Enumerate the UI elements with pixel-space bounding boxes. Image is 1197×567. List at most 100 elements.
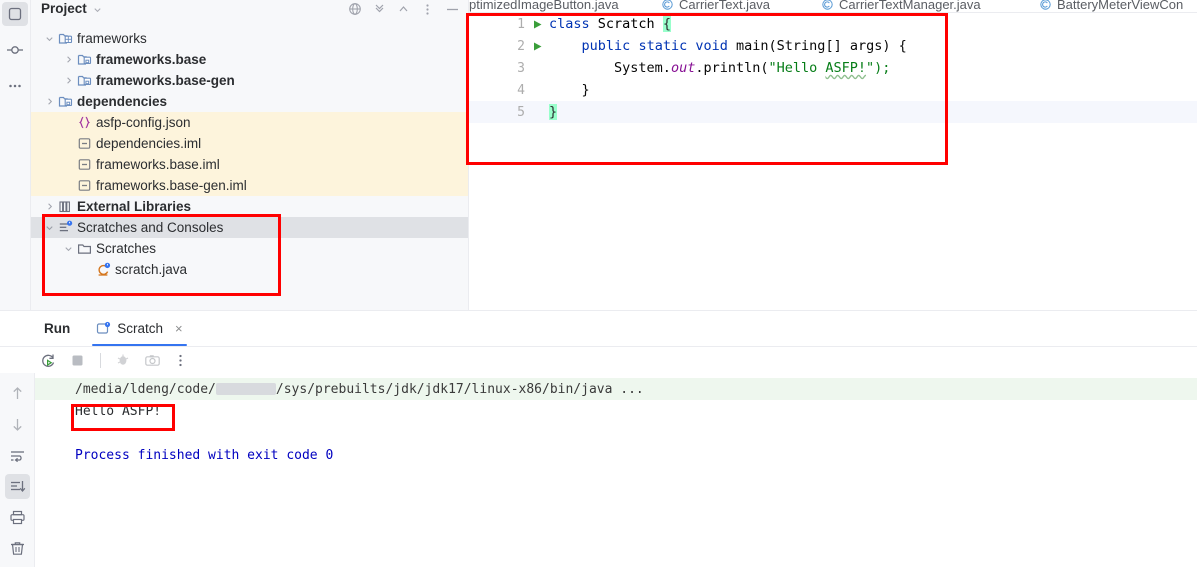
editor-tab[interactable]: CarrierTextManager.java (821, 0, 981, 11)
soft-wrap-icon (10, 451, 24, 463)
editor-tab-bar[interactable]: ptimizedImageButton.java CarrierText.java… (469, 0, 1197, 13)
commit-icon (7, 46, 23, 54)
console-command-line: /media/ldeng/code/ /sys/prebuilts/jdk/jdk… (35, 378, 1197, 400)
tree-row[interactable]: frameworks.base.iml (31, 154, 468, 175)
run-tab-bar: Run Scratch × (0, 311, 1197, 346)
soft-wrap-button[interactable] (5, 443, 30, 468)
tree-expand-toggle[interactable] (62, 243, 75, 254)
code-line[interactable]: 5} (469, 101, 1197, 123)
run-tool-window: Run Scratch × /media/ldeng/code/ /sys/pr… (0, 310, 1197, 567)
scratches-icon (59, 220, 72, 232)
tree-row-label: frameworks.base (96, 52, 207, 67)
console-output[interactable]: /media/ldeng/code/ /sys/prebuilts/jdk/jdk… (35, 373, 1197, 567)
tree-row-icon (75, 52, 93, 67)
tree-row[interactable]: frameworks (31, 28, 468, 49)
code-editor[interactable]: 1 class Scratch {2 public static void mai… (469, 13, 1197, 310)
tree-row[interactable]: Scratches and Consoles (31, 217, 468, 238)
project-panel-header: Project (31, 0, 468, 18)
java-class-icon (822, 0, 833, 10)
tree-row[interactable]: frameworks.base-gen.iml (31, 175, 468, 196)
more-options-button[interactable] (173, 352, 188, 369)
sidebar-item-more[interactable] (2, 74, 28, 98)
module-icon (77, 54, 91, 65)
tree-row-label: frameworks.base-gen.iml (96, 178, 247, 193)
chevron-down-icon[interactable] (44, 33, 55, 44)
editor-tab[interactable]: ptimizedImageButton.java (469, 0, 619, 11)
print-button[interactable] (5, 505, 30, 530)
editor-tab[interactable]: BatteryMeterViewCon (1039, 0, 1183, 11)
tree-row-icon (75, 115, 93, 130)
json-file-icon (78, 116, 90, 129)
chevron-right-icon[interactable] (44, 96, 55, 107)
sidebar-item-project[interactable] (2, 2, 28, 26)
module-icon (77, 75, 91, 86)
sidebar-item-commit[interactable] (2, 38, 28, 62)
editor-tab[interactable]: CarrierText.java (661, 0, 770, 11)
tree-row-icon (75, 178, 93, 193)
code-line[interactable]: 2 public static void main(String[] args)… (469, 35, 1197, 57)
tree-expand-toggle[interactable] (62, 75, 75, 86)
editor-tab-label: CarrierTextManager.java (839, 0, 981, 12)
code-line-text: public static void main(String[] args) { (581, 38, 907, 54)
code-line[interactable]: 3 System.out.println("Hello ASFP!"); (469, 57, 1197, 79)
chevron-down-icon[interactable] (92, 4, 103, 15)
debug-button[interactable] (115, 352, 132, 369)
tree-expand-toggle[interactable] (43, 222, 56, 233)
tree-row[interactable]: Scratches (31, 238, 468, 259)
tree-row-icon (56, 31, 74, 46)
ide-window: Project frameworks frameworks.base frame… (0, 0, 1197, 567)
up-button[interactable] (5, 381, 30, 406)
editor-tab-label: BatteryMeterViewCon (1057, 0, 1184, 12)
run-gutter-icon[interactable] (529, 41, 545, 52)
tree-row[interactable]: dependencies.iml (31, 133, 468, 154)
tree-row[interactable]: frameworks.base-gen (31, 70, 468, 91)
code-line[interactable]: 1 class Scratch { (469, 13, 1197, 35)
chevron-down-icon[interactable] (44, 222, 55, 233)
globe-icon[interactable] (348, 2, 362, 16)
tree-row-label: Scratches (96, 241, 157, 256)
left-tool-stripe (0, 0, 31, 310)
collapse-all-icon[interactable] (373, 3, 386, 16)
screenshot-button[interactable] (144, 352, 161, 369)
hide-icon[interactable] (397, 3, 410, 16)
stop-button[interactable] (69, 352, 86, 369)
tree-expand-toggle[interactable] (43, 201, 56, 212)
scroll-to-end-icon (10, 481, 25, 493)
close-icon[interactable]: × (175, 321, 183, 336)
tree-row[interactable]: dependencies (31, 91, 468, 112)
down-button[interactable] (5, 412, 30, 437)
console-exit-message: Process finished with exit code 0 (75, 447, 334, 463)
tree-expand-toggle[interactable] (62, 54, 75, 65)
tree-row-label: frameworks.base-gen (96, 73, 235, 88)
chevron-right-icon[interactable] (63, 75, 74, 86)
scratch-java-icon (97, 262, 110, 276)
tree-row[interactable]: scratch.java (31, 259, 468, 280)
module-icon (58, 96, 72, 107)
line-number: 2 (517, 38, 525, 54)
project-tree[interactable]: frameworks frameworks.base frameworks.base… (31, 18, 468, 310)
redacted-path-segment (215, 383, 276, 395)
tree-row[interactable]: External Libraries (31, 196, 468, 217)
run-tab-scratch[interactable]: Scratch × (92, 311, 188, 346)
tree-row-label: asfp-config.json (96, 115, 191, 130)
tree-row-label: dependencies.iml (96, 136, 202, 151)
tree-row[interactable]: asfp-config.json (31, 112, 468, 133)
tree-expand-toggle[interactable] (43, 33, 56, 44)
rerun-button[interactable] (40, 352, 57, 369)
run-panel-title: Run (44, 321, 71, 336)
chevron-right-icon[interactable] (63, 54, 74, 65)
more-dots-icon (9, 84, 21, 88)
tree-expand-toggle[interactable] (43, 96, 56, 107)
run-gutter-icon[interactable] (529, 19, 545, 30)
minimize-icon[interactable] (445, 3, 460, 16)
chevron-down-icon[interactable] (63, 243, 74, 254)
tree-row[interactable]: frameworks.base (31, 49, 468, 70)
tree-row-icon (56, 199, 74, 214)
tree-row-icon (56, 220, 74, 235)
chevron-right-icon[interactable] (44, 201, 55, 212)
rerun-icon (42, 354, 55, 367)
code-line[interactable]: 4 } (469, 79, 1197, 101)
scroll-to-end-button[interactable] (4, 474, 30, 499)
console-region: /media/ldeng/code/ /sys/prebuilts/jdk/jdk… (0, 373, 1197, 567)
options-dots-icon[interactable] (421, 3, 434, 16)
